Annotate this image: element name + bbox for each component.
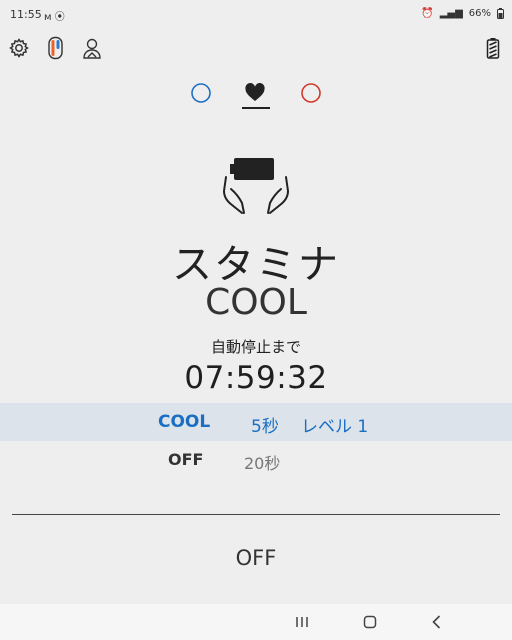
- user-icon[interactable]: [80, 36, 104, 60]
- battery-icon[interactable]: [481, 36, 505, 60]
- battery-percent: 66%: [468, 8, 491, 19]
- recent-apps-icon[interactable]: [292, 612, 312, 632]
- option-row-selected[interactable]: COOL 5秒 レベル 1: [0, 403, 512, 441]
- option-mode: COOL: [158, 412, 211, 432]
- gear-icon[interactable]: [7, 36, 31, 60]
- option-interval: 5秒: [251, 417, 279, 437]
- auto-stop-label: 自動停止まで: [210, 338, 301, 356]
- red-circle-mode-button[interactable]: [300, 82, 322, 104]
- blue-circle-mode-button[interactable]: [190, 82, 212, 104]
- back-icon[interactable]: [427, 612, 447, 632]
- heart-mode-button[interactable]: [244, 82, 266, 104]
- countdown-timer: 07:59:32: [184, 360, 328, 396]
- mode-sub: COOL: [205, 282, 307, 323]
- alarm-icon: ⏰: [421, 8, 434, 19]
- divider: [12, 514, 500, 515]
- status-bar: 11:55 ᴍ ⦿ ⏰ ▂▄▆ 66%: [0, 0, 512, 28]
- status-icons: ⏰ ▂▄▆ 66%: [421, 8, 504, 19]
- selected-mode-indicator: [242, 107, 270, 109]
- status-time: 11:55: [10, 8, 42, 21]
- option-row[interactable]: OFF 20秒: [0, 441, 512, 479]
- off-button[interactable]: OFF: [0, 546, 512, 570]
- hands-battery-icon: [223, 158, 289, 214]
- device-icon[interactable]: [44, 36, 68, 60]
- navigation-bar: [0, 604, 512, 640]
- option-mode: OFF: [168, 450, 204, 469]
- signal-icon: ▂▄▆: [439, 8, 463, 19]
- option-level: レベル 1: [301, 417, 369, 437]
- option-interval: 20秒: [244, 454, 281, 473]
- home-icon[interactable]: [360, 612, 380, 632]
- notification-icons: ᴍ ⦿: [44, 12, 65, 23]
- status-battery-icon: [497, 8, 504, 19]
